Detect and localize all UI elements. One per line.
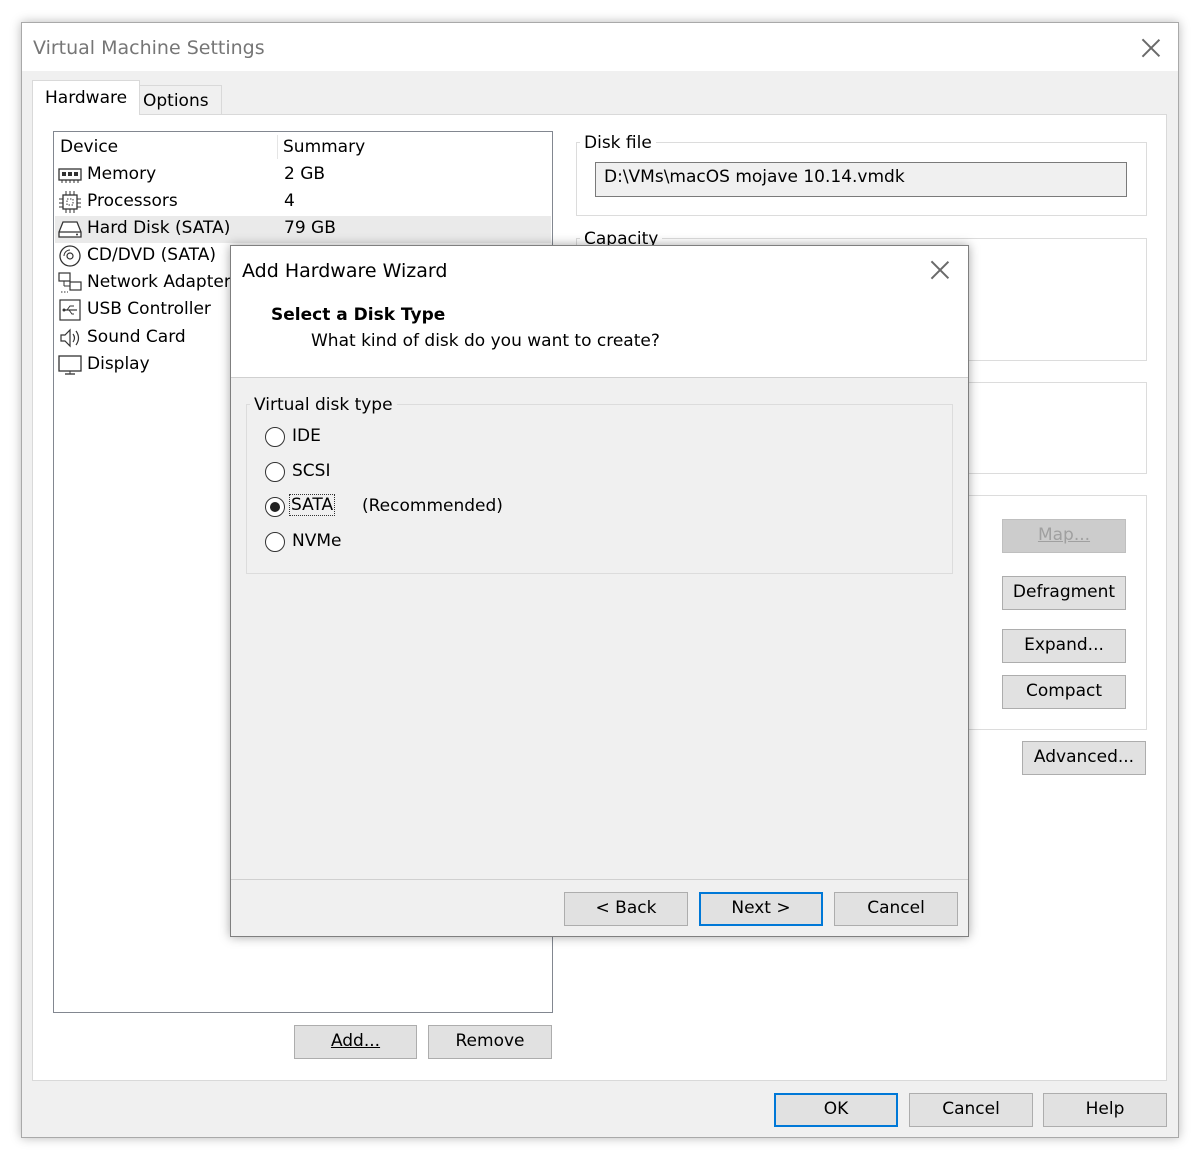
cancel-button[interactable]: Cancel [909, 1093, 1033, 1127]
wizard-heading: Select a Disk Type [271, 305, 446, 325]
radio-label: IDE [292, 426, 321, 446]
add-button[interactable]: Add... [294, 1025, 417, 1059]
column-divider [277, 135, 278, 159]
radio-option-scsi[interactable]: SCSI [265, 460, 385, 484]
wizard-header: Add Hardware Wizard Select a Disk Type W… [231, 246, 968, 378]
close-icon[interactable] [1136, 33, 1166, 63]
device-name: Network Adapter [87, 272, 231, 292]
expand-button[interactable]: Expand... [1002, 629, 1126, 663]
window-title: Virtual Machine Settings [33, 37, 265, 59]
network-adapter-icon [58, 272, 82, 293]
remove-button-label: Remove [455, 1031, 525, 1051]
column-header-summary[interactable]: Summary [283, 137, 365, 157]
memory-icon [58, 168, 82, 183]
wizard-footer-divider [231, 879, 968, 880]
radio-button[interactable] [265, 497, 285, 517]
wizard-close-icon[interactable] [925, 255, 955, 285]
radio-label: NVMe [292, 531, 342, 551]
disk-file-field[interactable]: D:\VMs\macOS mojave 10.14.vmdk [595, 162, 1127, 197]
device-row-memory[interactable]: Memory 2 GB [55, 162, 551, 189]
help-button-label: Help [1085, 1099, 1125, 1119]
radio-button[interactable] [265, 427, 285, 447]
remove-button[interactable]: Remove [428, 1025, 552, 1059]
advanced-button[interactable]: Advanced... [1022, 741, 1146, 775]
map-button-label: Map... [1037, 525, 1091, 545]
device-name: Memory [87, 164, 157, 184]
wizard-cancel-button-label: Cancel [867, 898, 925, 918]
sound-card-icon [60, 328, 80, 348]
compact-button-label: Compact [1025, 681, 1103, 701]
tab-hardware[interactable]: Hardware [32, 80, 141, 115]
device-name: CD/DVD (SATA) [87, 245, 216, 265]
radio-label: SCSI [292, 461, 331, 481]
display-icon [58, 355, 82, 375]
radio-option-nvme[interactable]: NVMe [265, 530, 385, 554]
defragment-button-label: Defragment [1012, 582, 1116, 602]
map-button[interactable]: Map... [1002, 519, 1126, 553]
tab-options[interactable]: Options [130, 85, 222, 115]
help-button[interactable]: Help [1043, 1093, 1167, 1127]
add-hardware-wizard-dialog: Add Hardware Wizard Select a Disk Type W… [230, 245, 969, 937]
defragment-button[interactable]: Defragment [1002, 576, 1126, 610]
back-button[interactable]: < Back [564, 892, 688, 926]
back-button-label: < Back [595, 898, 657, 918]
title-bar: Virtual Machine Settings [22, 23, 1178, 71]
advanced-button-label: Advanced... [1033, 747, 1135, 767]
next-button[interactable]: Next > [699, 892, 823, 926]
device-summary: 79 GB [284, 218, 336, 238]
cd-dvd-icon [59, 245, 81, 267]
add-button-label: Add... [330, 1031, 381, 1051]
radio-button[interactable] [265, 462, 285, 482]
device-summary: 4 [284, 191, 295, 211]
device-row-processors[interactable]: Processors 4 [55, 189, 551, 216]
device-name: Processors [87, 191, 178, 211]
device-name: USB Controller [87, 299, 211, 319]
radio-label: SATA [288, 494, 336, 516]
device-row-hard-disk[interactable]: Hard Disk (SATA) 79 GB [55, 216, 551, 243]
virtual-disk-type-label: Virtual disk type [250, 395, 397, 415]
device-name: Display [87, 354, 150, 374]
device-name: Sound Card [87, 327, 186, 347]
expand-button-label: Expand... [1024, 635, 1104, 655]
radio-button[interactable] [265, 532, 285, 552]
hard-disk-icon [58, 221, 82, 238]
cancel-button-label: Cancel [942, 1099, 1000, 1119]
radio-option-sata[interactable]: SATA (Recommended) [265, 494, 515, 519]
recommended-note: (Recommended) [362, 496, 503, 516]
usb-icon [59, 299, 81, 321]
ok-button-label: OK [823, 1099, 849, 1119]
device-name: Hard Disk (SATA) [87, 218, 231, 238]
device-summary: 2 GB [284, 164, 326, 184]
next-button-label: Next > [731, 898, 791, 918]
disk-file-label: Disk file [580, 133, 656, 153]
processor-icon [59, 191, 81, 213]
column-header-device[interactable]: Device [60, 137, 118, 157]
wizard-cancel-button[interactable]: Cancel [834, 892, 958, 926]
ok-button[interactable]: OK [774, 1093, 898, 1127]
radio-option-ide[interactable]: IDE [265, 425, 385, 449]
compact-button[interactable]: Compact [1002, 675, 1126, 709]
wizard-title: Add Hardware Wizard [242, 260, 448, 282]
wizard-subheading: What kind of disk do you want to create? [311, 331, 660, 351]
